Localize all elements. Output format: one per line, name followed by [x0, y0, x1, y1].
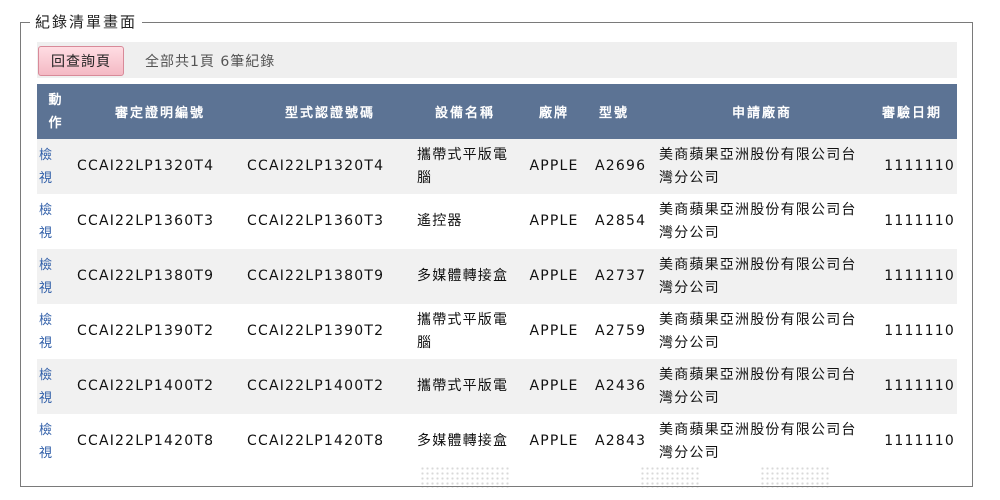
table-row: 檢視 CCAI22LP1400T2 CCAI22LP1400T2 攜帶式平版電 … [37, 359, 957, 414]
header-action: 動作 [37, 84, 75, 139]
device-cell: 攜帶式平版電腦 [415, 139, 515, 194]
cert-no-cell: CCAI22LP1360T3 [75, 194, 245, 249]
vendor-cell: 美商蘋果亞洲股份有限公司台灣分公司 [657, 359, 867, 414]
vendor-cell: 美商蘋果亞洲股份有限公司台灣分公司 [657, 414, 867, 469]
type-no-cell: CCAI22LP1420T8 [245, 414, 415, 469]
cert-no-cell: CCAI22LP1390T2 [75, 304, 245, 359]
model-cell: A2843 [593, 414, 657, 469]
header-device: 設備名稱 [415, 84, 515, 139]
background-pattern [420, 466, 510, 488]
toolbar: 回查詢頁 全部共1頁 6筆紀錄 [37, 42, 957, 78]
brand-cell: APPLE [515, 304, 593, 359]
records-table: 動作 審定證明編號 型式認證號碼 設備名稱 廠牌 型號 申請廠商 審驗日期 檢視… [37, 84, 957, 469]
device-cell: 多媒體轉接盒 [415, 249, 515, 304]
background-pattern [760, 466, 830, 488]
header-cert-no: 審定證明編號 [75, 84, 245, 139]
device-cell: 遙控器 [415, 194, 515, 249]
table-row: 檢視 CCAI22LP1390T2 CCAI22LP1390T2 攜帶式平版電腦… [37, 304, 957, 359]
date-cell: 1111110 [867, 304, 957, 359]
view-link[interactable]: 檢視 [39, 144, 55, 190]
model-cell: A2737 [593, 249, 657, 304]
model-cell: A2854 [593, 194, 657, 249]
vendor-cell: 美商蘋果亞洲股份有限公司台灣分公司 [657, 249, 867, 304]
cert-no-cell: CCAI22LP1320T4 [75, 139, 245, 194]
model-cell: A2759 [593, 304, 657, 359]
back-to-search-button[interactable]: 回查詢頁 [38, 46, 124, 76]
brand-cell: APPLE [515, 414, 593, 469]
date-cell: 1111110 [867, 249, 957, 304]
device-cell: 多媒體轉接盒 [415, 414, 515, 469]
cert-no-cell: CCAI22LP1420T8 [75, 414, 245, 469]
type-no-cell: CCAI22LP1380T9 [245, 249, 415, 304]
view-link[interactable]: 檢視 [39, 364, 55, 410]
brand-cell: APPLE [515, 139, 593, 194]
table-row: 檢視 CCAI22LP1380T9 CCAI22LP1380T9 多媒體轉接盒 … [37, 249, 957, 304]
type-no-cell: CCAI22LP1320T4 [245, 139, 415, 194]
table-row: 檢視 CCAI22LP1420T8 CCAI22LP1420T8 多媒體轉接盒 … [37, 414, 957, 469]
type-no-cell: CCAI22LP1360T3 [245, 194, 415, 249]
record-summary: 全部共1頁 6筆紀錄 [145, 54, 276, 70]
view-link[interactable]: 檢視 [39, 254, 55, 300]
panel-title: 紀錄清單畫面 [30, 12, 143, 32]
header-vendor: 申請廠商 [657, 84, 867, 139]
type-no-cell: CCAI22LP1400T2 [245, 359, 415, 414]
cert-no-cell: CCAI22LP1400T2 [75, 359, 245, 414]
model-cell: A2696 [593, 139, 657, 194]
brand-cell: APPLE [515, 194, 593, 249]
cert-no-cell: CCAI22LP1380T9 [75, 249, 245, 304]
brand-cell: APPLE [515, 249, 593, 304]
view-link[interactable]: 檢視 [39, 419, 55, 465]
header-model: 型號 [593, 84, 657, 139]
table-header-row: 動作 審定證明編號 型式認證號碼 設備名稱 廠牌 型號 申請廠商 審驗日期 [37, 84, 957, 139]
header-brand: 廠牌 [515, 84, 593, 139]
vendor-cell: 美商蘋果亞洲股份有限公司台灣分公司 [657, 139, 867, 194]
background-pattern [640, 466, 700, 488]
vendor-cell: 美商蘋果亞洲股份有限公司台灣分公司 [657, 194, 867, 249]
date-cell: 1111110 [867, 359, 957, 414]
device-cell: 攜帶式平版電腦 [415, 304, 515, 359]
view-link[interactable]: 檢視 [39, 309, 55, 355]
date-cell: 1111110 [867, 414, 957, 469]
type-no-cell: CCAI22LP1390T2 [245, 304, 415, 359]
model-cell: A2436 [593, 359, 657, 414]
vendor-cell: 美商蘋果亞洲股份有限公司台灣分公司 [657, 304, 867, 359]
date-cell: 1111110 [867, 194, 957, 249]
table-row: 檢視 CCAI22LP1320T4 CCAI22LP1320T4 攜帶式平版電腦… [37, 139, 957, 194]
header-date: 審驗日期 [867, 84, 957, 139]
view-link[interactable]: 檢視 [39, 199, 55, 245]
device-cell: 攜帶式平版電 [415, 359, 515, 414]
table-row: 檢視 CCAI22LP1360T3 CCAI22LP1360T3 遙控器 APP… [37, 194, 957, 249]
date-cell: 1111110 [867, 139, 957, 194]
header-type-no: 型式認證號碼 [245, 84, 415, 139]
brand-cell: APPLE [515, 359, 593, 414]
